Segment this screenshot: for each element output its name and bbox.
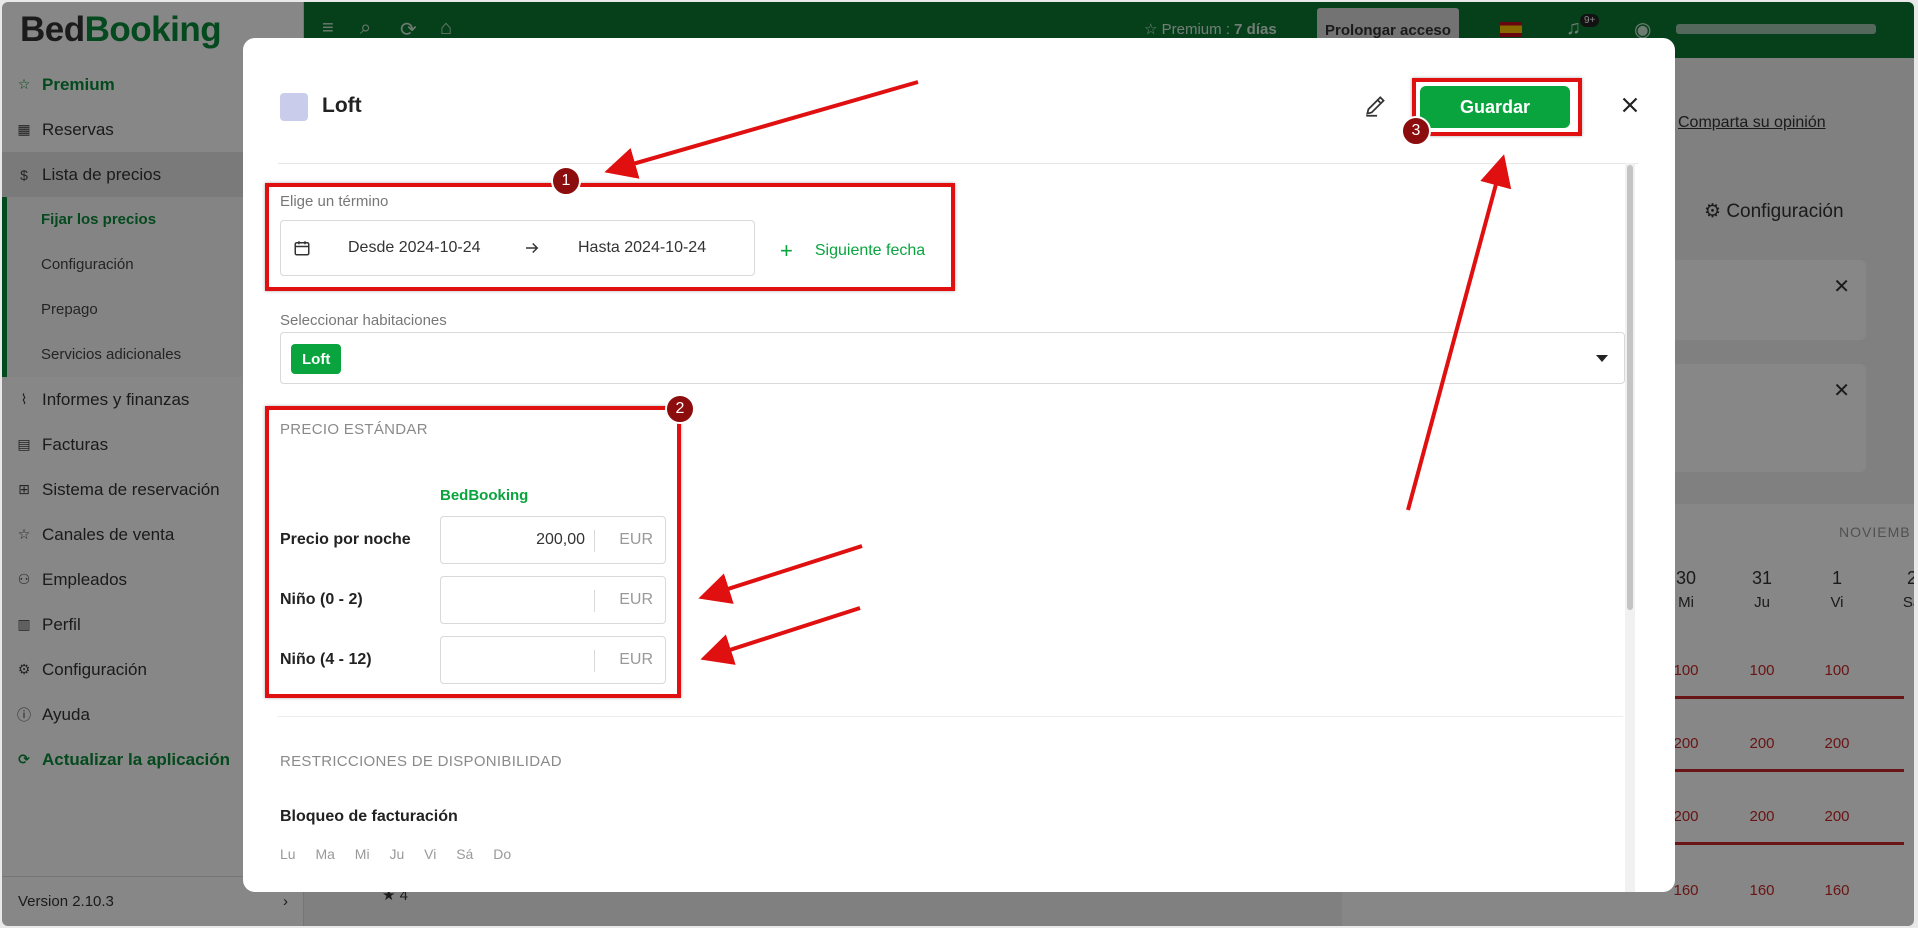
eraser-icon[interactable] (1363, 93, 1389, 119)
annotation-box-save (1412, 78, 1582, 136)
room-color-swatch (280, 93, 308, 121)
billing-block-label: Bloqueo de facturación (280, 808, 458, 825)
header-divider (278, 163, 1638, 164)
close-icon[interactable] (1617, 92, 1643, 118)
rooms-select[interactable]: Loft (280, 332, 1625, 384)
weekday-labels: Lu Ma Mi Ju Vi Sá Do (280, 846, 512, 862)
section-divider (278, 716, 1623, 717)
annotation-box-date (265, 183, 955, 291)
room-tag[interactable]: Loft (291, 344, 342, 374)
restrictions-title: RESTRICCIONES DE DISPONIBILIDAD (280, 753, 562, 770)
annotation-badge-1: 1 (551, 166, 581, 196)
annotation-badge-3: 3 (1401, 116, 1431, 146)
annotation-badge-2: 2 (665, 394, 695, 424)
annotation-box-prices (265, 406, 681, 698)
rooms-label: Seleccionar habitaciones (280, 312, 447, 329)
scrollbar-thumb[interactable] (1627, 165, 1633, 610)
caret-down-icon[interactable] (1596, 355, 1608, 362)
modal-title: Loft (322, 94, 362, 117)
